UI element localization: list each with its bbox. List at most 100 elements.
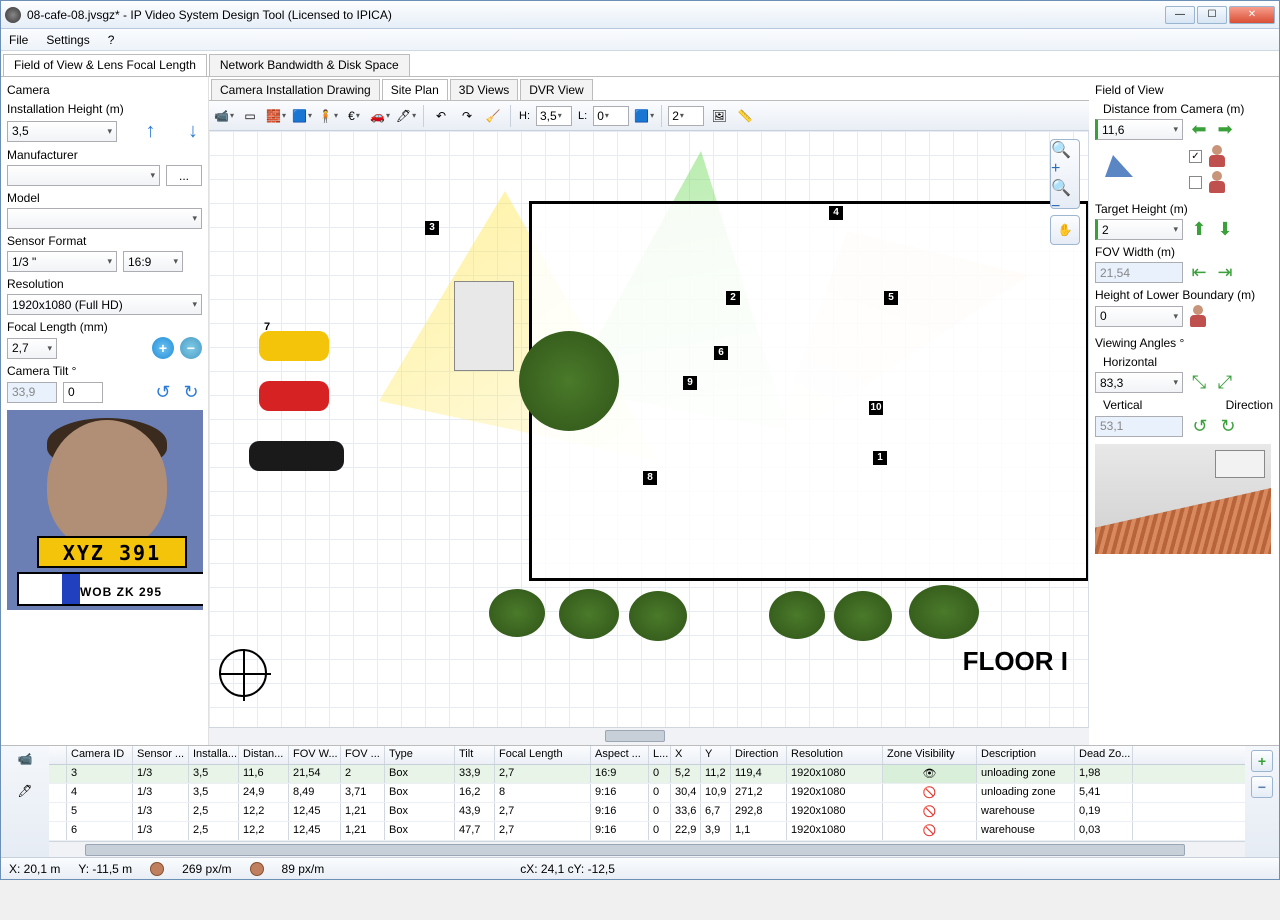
fovw-out-icon[interactable]: ⇤ <box>1189 262 1209 283</box>
tilt-ccw-icon[interactable]: ↺ <box>152 381 174 403</box>
table-header-cell[interactable]: Description <box>977 746 1075 764</box>
table-header-cell[interactable]: Zone Visibility <box>883 746 977 764</box>
layout-tool-icon[interactable]: ▭ <box>239 105 261 127</box>
box-tool-icon[interactable]: 🟦 <box>291 105 313 127</box>
pen-filter-icon[interactable]: 🖊 <box>17 784 32 798</box>
maximize-button[interactable]: ☐ <box>1197 6 1227 24</box>
tab-dvr-view[interactable]: DVR View <box>520 79 592 100</box>
tab-camera-drawing[interactable]: Camera Installation Drawing <box>211 79 380 100</box>
table-header-cell[interactable]: Type <box>385 746 455 764</box>
focal-length-combo[interactable]: 2,7 <box>7 338 57 359</box>
height-up-icon[interactable]: ↑ <box>142 119 160 143</box>
model-combo[interactable] <box>7 208 202 229</box>
camera-marker[interactable]: 4 <box>829 206 843 220</box>
camera-marker[interactable]: 1 <box>873 451 887 465</box>
sensor-format-combo[interactable]: 1/3 " <box>7 251 117 272</box>
pan-control[interactable]: ✋ <box>1050 215 1080 245</box>
table-scrollbar[interactable] <box>49 841 1245 857</box>
minimize-button[interactable]: — <box>1165 6 1195 24</box>
distance-combo[interactable]: 11,6 <box>1095 119 1183 140</box>
dir-ccw-icon[interactable]: ↺ <box>1189 415 1211 437</box>
camera-marker[interactable]: 5 <box>884 291 898 305</box>
height-down-icon[interactable]: ↓ <box>184 119 202 143</box>
table-header-cell[interactable]: FOV ... <box>341 746 385 764</box>
table-header-cell[interactable]: FOV W... <box>289 746 341 764</box>
table-row[interactable]: 51/32,512,212,451,21Box43,92,79:16033,66… <box>49 803 1245 822</box>
table-header-cell[interactable]: Sensor ... <box>133 746 189 764</box>
measure-tool-icon[interactable]: 📏 <box>734 105 756 127</box>
dir-cw-icon[interactable]: ↻ <box>1217 415 1239 437</box>
menu-settings[interactable]: Settings <box>46 33 89 47</box>
dist-right-icon[interactable]: ➡ <box>1215 119 1235 140</box>
truck-icon[interactable] <box>454 281 514 371</box>
table-row[interactable]: 41/33,524,98,493,71Box16,289:16030,410,9… <box>49 784 1245 803</box>
undo-icon[interactable]: ↶ <box>430 105 452 127</box>
brush-tool-icon[interactable]: 🖊 <box>395 105 417 127</box>
camera-marker[interactable]: 10 <box>869 401 883 415</box>
target-up-icon[interactable]: ⬆ <box>1189 219 1209 240</box>
car-tool-icon[interactable]: 🚗 <box>369 105 391 127</box>
camera-marker[interactable]: 9 <box>683 376 697 390</box>
table-header-cell[interactable]: Installa... <box>189 746 239 764</box>
menu-file[interactable]: File <box>9 33 28 47</box>
add-row-button[interactable]: + <box>1251 750 1273 772</box>
table-header-cell[interactable]: L... <box>649 746 671 764</box>
camera-tool-icon[interactable]: 📹 <box>213 105 235 127</box>
table-header-cell[interactable]: Resolution <box>787 746 883 764</box>
person-checkbox[interactable]: ✓ <box>1189 150 1202 163</box>
image-tool-icon[interactable]: 🖼 <box>708 105 730 127</box>
focal-plus-button[interactable]: + <box>152 337 174 359</box>
table-header-cell[interactable]: Dead Zo... <box>1075 746 1133 764</box>
horizontal-scrollbar[interactable] <box>209 727 1089 745</box>
target-height-combo[interactable]: 2 <box>1095 219 1183 240</box>
tab-3d-views[interactable]: 3D Views <box>450 79 518 100</box>
camera-filter-icon[interactable]: 📹 <box>18 752 33 766</box>
resolution-combo[interactable]: 1920x1080 (Full HD) <box>7 294 202 315</box>
table-header-cell[interactable]: Y <box>701 746 731 764</box>
camera-marker[interactable]: 2 <box>726 291 740 305</box>
car-red[interactable] <box>259 381 329 411</box>
color-picker-icon[interactable]: 🟦 <box>633 105 655 127</box>
l-input[interactable]: 0 <box>593 106 629 126</box>
remove-row-button[interactable]: − <box>1251 776 1273 798</box>
clear-icon[interactable]: 🧹 <box>482 105 504 127</box>
close-button[interactable]: ✕ <box>1229 6 1275 24</box>
table-header-cell[interactable]: Distan... <box>239 746 289 764</box>
manufacturer-browse-button[interactable]: ... <box>166 165 202 186</box>
tab-network-bandwidth[interactable]: Network Bandwidth & Disk Space <box>209 54 410 76</box>
install-height-combo[interactable]: 3,5 <box>7 121 117 142</box>
manufacturer-combo[interactable] <box>7 165 160 186</box>
lower-boundary-combo[interactable]: 0 <box>1095 306 1183 327</box>
tilt-cw-icon[interactable]: ↻ <box>180 381 202 403</box>
car-yellow[interactable] <box>259 331 329 361</box>
table-header-cell[interactable]: Tilt <box>455 746 495 764</box>
table-header-cell[interactable]: X <box>671 746 701 764</box>
horiz-expand-icon[interactable]: ⤡ <box>1189 372 1209 393</box>
table-header-cell[interactable] <box>49 746 67 764</box>
camera-marker[interactable]: 6 <box>714 346 728 360</box>
tab-fov-lens[interactable]: Field of View & Lens Focal Length <box>3 54 207 76</box>
table-header-cell[interactable]: Focal Length <box>495 746 591 764</box>
euro-tool-icon[interactable]: € <box>343 105 365 127</box>
fovw-in-icon[interactable]: ⇥ <box>1215 262 1235 283</box>
h-input[interactable]: 3,5 <box>536 106 572 126</box>
person-tool-icon[interactable]: 🧍 <box>317 105 339 127</box>
car-black[interactable] <box>249 441 344 471</box>
camera-marker[interactable]: 3 <box>425 221 439 235</box>
table-row[interactable]: 61/32,512,212,451,21Box47,72,79:16022,93… <box>49 822 1245 841</box>
tilt-value2[interactable]: 0 <box>63 382 103 403</box>
scale-input[interactable]: 2 <box>668 106 704 126</box>
table-header-cell[interactable]: Aspect ... <box>591 746 649 764</box>
table-row[interactable]: 31/33,511,621,542Box33,92,716:905,211,21… <box>49 765 1245 784</box>
horiz-contract-icon[interactable]: ⤢ <box>1215 372 1235 393</box>
table-header-cell[interactable]: Direction <box>731 746 787 764</box>
redo-icon[interactable]: ↷ <box>456 105 478 127</box>
camera-marker[interactable]: 8 <box>643 471 657 485</box>
aspect-combo[interactable]: 16:9 <box>123 251 183 272</box>
zoom-control[interactable]: 🔍+🔍− <box>1050 139 1080 209</box>
wall-tool-icon[interactable]: 🧱 <box>265 105 287 127</box>
focal-minus-button[interactable]: − <box>180 337 202 359</box>
table-header-cell[interactable]: Camera ID <box>67 746 133 764</box>
target-down-icon[interactable]: ⬇ <box>1215 219 1235 240</box>
menu-help[interactable]: ? <box>108 33 115 47</box>
